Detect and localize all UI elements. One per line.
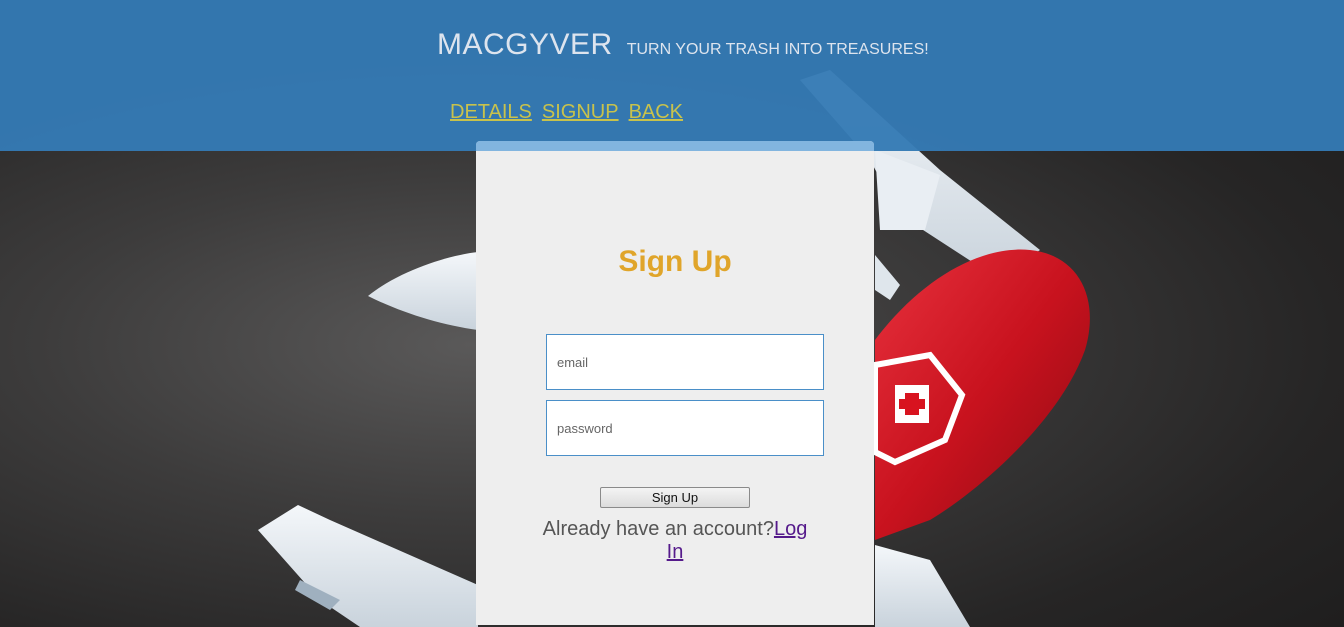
signup-submit-button[interactable]: Sign Up (600, 487, 750, 508)
login-prompt-text: Already have an account? (542, 518, 774, 540)
site-header: MACGYVER TURN YOUR TRASH INTO TREASURES!… (0, 0, 1344, 151)
login-prompt: Already have an account?Log In (536, 518, 814, 564)
site-title: MACGYVER (437, 28, 613, 61)
signup-card: Sign Up Sign Up Already have an account?… (476, 141, 874, 625)
brand: MACGYVER TURN YOUR TRASH INTO TREASURES! (437, 28, 929, 62)
password-input[interactable] (546, 400, 824, 456)
page: MACGYVER TURN YOUR TRASH INTO TREASURES!… (0, 0, 1344, 627)
signup-title: Sign Up (618, 245, 732, 278)
main-nav: DETAILS SIGNUP BACK (450, 101, 683, 124)
nav-link-details[interactable]: DETAILS (450, 101, 532, 124)
email-input[interactable] (546, 334, 824, 390)
site-tagline: TURN YOUR TRASH INTO TREASURES! (626, 41, 929, 58)
card-top-bar (476, 141, 874, 151)
nav-link-signup[interactable]: SIGNUP (542, 101, 619, 124)
nav-link-back[interactable]: BACK (629, 101, 683, 124)
